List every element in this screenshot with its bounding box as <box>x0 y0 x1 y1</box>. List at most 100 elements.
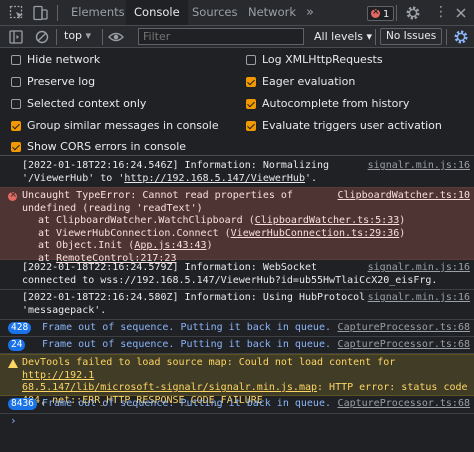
source-link[interactable]: ClipboardWatcher.ts:10 <box>338 190 470 203</box>
toolbar-separator <box>102 29 103 45</box>
error-count-badge[interactable]: 1 <box>367 5 395 21</box>
settings-gear-icon[interactable] <box>404 4 422 22</box>
message-text: Frame out of sequence. Putting it back i… <box>42 322 331 333</box>
tab-sources[interactable]: Sources <box>184 0 246 25</box>
console-input[interactable] <box>24 414 464 430</box>
message-text: [2022-01-18T22:16:24.579Z] Information: … <box>22 262 318 273</box>
message-text: DevTools failed to load source map: Coul… <box>22 357 396 368</box>
source-link[interactable]: signalr.min.js:16 <box>368 292 470 305</box>
console-message-info: [2022-01-18T22:16:24.579Z] Information: … <box>0 260 474 290</box>
source-link[interactable]: signalr.min.js:16 <box>368 160 470 173</box>
live-expression-eye-icon[interactable] <box>107 28 125 46</box>
console-settings-panel: Hide network Preserve log Selected conte… <box>0 48 474 156</box>
checkbox-checked[interactable] <box>11 142 21 152</box>
setting-group-similar[interactable]: Group similar messages in console <box>11 118 219 134</box>
message-link[interactable]: http://192.168.5.147/ViewerHub <box>124 173 305 184</box>
source-link[interactable]: CaptureProcessor.ts:68 <box>338 398 470 411</box>
message-text: Frame out of sequence. Putting it back i… <box>42 339 331 350</box>
console-settings-gear-icon[interactable] <box>452 28 470 46</box>
stack-text: at ViewerHubConnection.Connect ( <box>38 227 231 239</box>
clear-console-icon[interactable] <box>33 28 51 46</box>
setting-label: Log XMLHttpRequests <box>262 53 383 66</box>
message-text: [2022-01-18T22:16:24.546Z] Information: … <box>22 160 330 171</box>
console-message-grouped: 428 Frame out of sequence. Putting it ba… <box>0 320 474 337</box>
stack-text: ) <box>206 240 213 251</box>
checkbox-checked[interactable] <box>246 99 256 109</box>
stack-link[interactable]: App.js:43:43 <box>134 240 206 251</box>
setting-label: Eager evaluation <box>262 75 356 88</box>
context-selector[interactable]: top ▾ <box>64 29 91 42</box>
tab-separator <box>396 5 397 21</box>
checkbox[interactable] <box>11 55 21 65</box>
checkbox-checked[interactable] <box>246 77 256 87</box>
tab-separator <box>57 5 58 21</box>
stack-link[interactable]: ViewerHubConnection.ts:29:36 <box>231 228 400 239</box>
setting-label: Preserve log <box>27 75 96 88</box>
repeat-count-badge: 8436 <box>8 398 37 410</box>
setting-label: Selected context only <box>27 97 147 110</box>
filter-input[interactable] <box>138 28 304 45</box>
checkbox[interactable] <box>11 77 21 87</box>
devtools-tabbar: Elements Console Sources Network » 1 ⋮ <box>0 0 474 26</box>
tab-network[interactable]: Network <box>240 0 304 25</box>
checkbox-checked[interactable] <box>246 121 256 131</box>
message-text: connected to wss://192.168.5.147/ViewerH… <box>22 274 438 286</box>
console-toolbar: top ▾ All levels ▾ No Issues <box>0 26 474 48</box>
stack-text: at ClipboardWatcher.WatchClipboard ( <box>38 215 255 226</box>
setting-label: Autocomplete from history <box>262 97 410 110</box>
setting-hide-network[interactable]: Hide network <box>11 52 100 68</box>
message-text: Uncaught TypeError: Cannot read properti… <box>22 190 293 201</box>
setting-label: Evaluate triggers user activation <box>262 119 442 132</box>
error-icon <box>371 5 380 20</box>
message-text: [2022-01-18T22:16:24.580Z] Information: … <box>22 292 366 303</box>
error-count: 1 <box>383 9 390 20</box>
setting-show-cors-errors[interactable]: Show CORS errors in console <box>11 139 186 155</box>
error-icon <box>8 189 17 202</box>
console-message-warning: DevTools failed to load source map: Coul… <box>0 354 474 406</box>
message-link[interactable]: 68.5.147/lib/microsoft-signalr/signalr.m… <box>22 382 317 393</box>
setting-autocomplete-history[interactable]: Autocomplete from history <box>246 96 409 112</box>
console-messages: [2022-01-18T22:16:24.546Z] Information: … <box>0 156 474 452</box>
sidebar-toggle-icon[interactable] <box>7 28 25 46</box>
issues-button[interactable]: No Issues <box>380 28 443 45</box>
inspect-element-icon[interactable] <box>8 4 26 22</box>
message-text: undefined (reading 'readText') <box>22 202 203 214</box>
more-tabs-icon[interactable]: » <box>298 0 322 25</box>
dropdown-caret-icon: ▾ <box>85 29 92 42</box>
setting-log-xhr[interactable]: Log XMLHttpRequests <box>246 52 383 68</box>
console-message-info: [2022-01-18T22:16:24.580Z] Information: … <box>0 290 474 320</box>
setting-selected-context-only[interactable]: Selected context only <box>11 96 146 112</box>
stack-link[interactable]: ClipboardWatcher.ts:5:33 <box>255 215 400 226</box>
tab-console[interactable]: Console <box>126 0 188 25</box>
stack-frame: at ViewerHubConnection.Connect (ViewerHu… <box>22 228 470 241</box>
message-text: Frame out of sequence. Putting it back i… <box>42 398 331 409</box>
console-prompt-icon[interactable]: › <box>10 414 17 427</box>
kebab-menu-icon[interactable]: ⋮ <box>428 0 454 25</box>
message-text: : HTTP error: status code <box>317 382 468 393</box>
source-link[interactable]: CaptureProcessor.ts:68 <box>338 339 470 352</box>
setting-eager-evaluation[interactable]: Eager evaluation <box>246 74 355 90</box>
toolbar-separator <box>56 29 57 45</box>
setting-label: Hide network <box>27 53 101 66</box>
device-toolbar-icon[interactable] <box>31 4 49 22</box>
message-text: '. <box>304 172 318 184</box>
log-levels-dropdown[interactable]: All levels ▾ <box>314 30 372 43</box>
tab-elements[interactable]: Elements <box>63 0 133 25</box>
message-link[interactable]: http://192.1 <box>22 370 94 381</box>
checkbox[interactable] <box>246 55 256 65</box>
source-link[interactable]: signalr.min.js:16 <box>368 262 470 275</box>
stack-frame: at ClipboardWatcher.WatchClipboard (Clip… <box>22 215 470 228</box>
checkbox-checked[interactable] <box>11 121 21 131</box>
setting-label: Show CORS errors in console <box>27 140 187 153</box>
console-message-info: [2022-01-18T22:16:24.546Z] Information: … <box>0 158 474 188</box>
context-label: top <box>64 29 83 42</box>
setting-preserve-log[interactable]: Preserve log <box>11 74 95 90</box>
close-devtools-icon[interactable] <box>452 4 470 22</box>
stack-text: at Object.Init ( <box>38 240 135 251</box>
stack-text: ) <box>399 215 406 226</box>
checkbox[interactable] <box>11 99 21 109</box>
source-link[interactable]: CaptureProcessor.ts:68 <box>338 322 470 335</box>
setting-evaluate-user-activation[interactable]: Evaluate triggers user activation <box>246 118 442 134</box>
console-message-grouped: 24 Frame out of sequence. Putting it bac… <box>0 337 474 354</box>
toolbar-separator <box>446 29 447 45</box>
